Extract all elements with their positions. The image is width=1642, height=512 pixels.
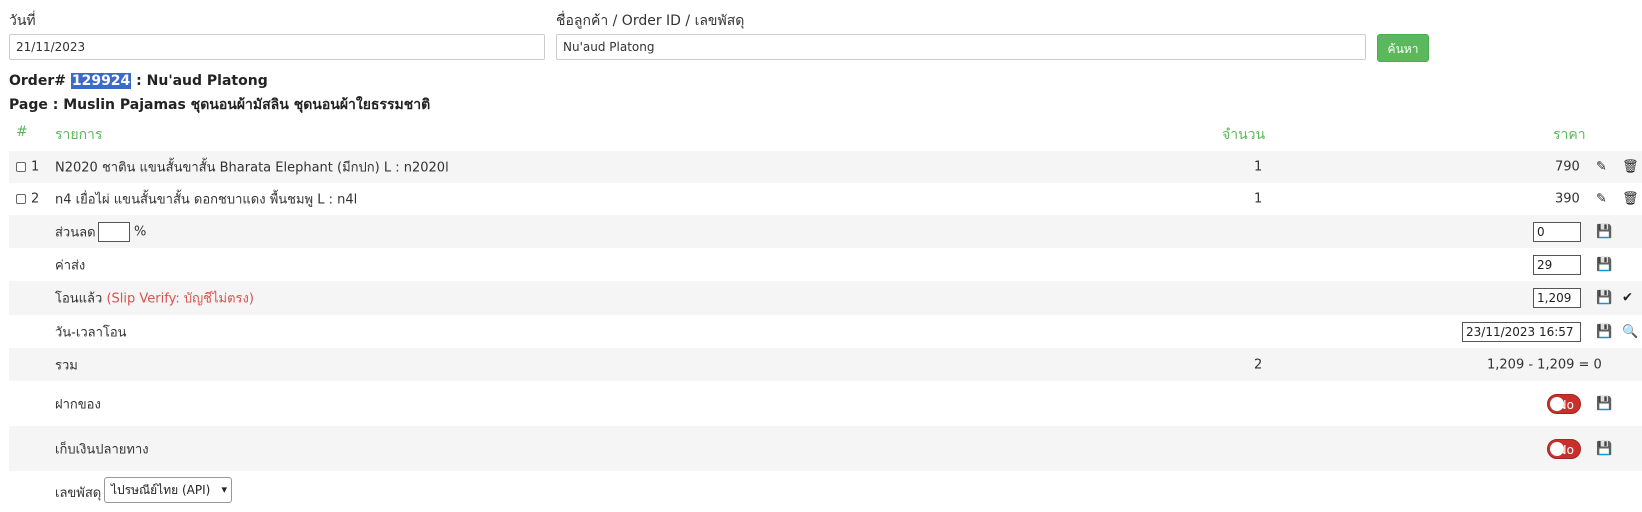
trash-icon[interactable]: 🗑 xyxy=(1622,161,1639,174)
tracking-label: เลขพัสดุ xyxy=(55,486,102,501)
carrier-select-value: ไปรษณีย์ไทย (API) xyxy=(111,483,211,497)
row-item-name: n4 เยื่อไผ่ แขนสั้นขาสั้น ดอกชบาแดง พื้น… xyxy=(55,192,358,208)
order-id: 129924 xyxy=(70,73,132,89)
query-input[interactable]: Nu'aud Platong xyxy=(556,34,1366,60)
save-icon[interactable]: 💾 xyxy=(1596,325,1612,338)
header-qty: จำนวน xyxy=(1222,127,1266,143)
search-icon[interactable]: 🔍 xyxy=(1622,325,1638,338)
row-qty: 1 xyxy=(1254,159,1263,175)
page-line: Page : Muslin Pajamas ชุดนอนผ้ามัสลิน ชุ… xyxy=(9,97,431,113)
order-title: Order# 129924 : Nu'aud Platong xyxy=(9,73,268,89)
order-customer: : Nu'aud Platong xyxy=(136,73,268,89)
date-label: วันที่ xyxy=(9,13,36,29)
paid-input[interactable]: 1,209 xyxy=(1533,288,1581,308)
discount-input[interactable]: 0 xyxy=(1533,221,1581,242)
save-icon[interactable]: 💾 xyxy=(1596,442,1612,455)
table-row: 1 N2020 ชาติน แขนสั้นขาสั้น Bharata Elep… xyxy=(9,151,1642,183)
save-icon[interactable]: 💾 xyxy=(1596,225,1612,238)
deposit-row: ฝากของ No 💾 xyxy=(9,381,1642,426)
row-qty: 1 xyxy=(1254,191,1263,207)
shipping-label: ค่าส่ง xyxy=(55,258,86,273)
save-icon[interactable]: 💾 xyxy=(1596,397,1612,410)
query-label: ชื่อลูกค้า / Order ID / เลขพัสดุ xyxy=(556,13,745,29)
header-num: # xyxy=(16,124,28,140)
row-num: 1 xyxy=(31,159,40,175)
row-item-name: N2020 ชาติน แขนสั้นขาสั้น Bharata Elepha… xyxy=(55,160,449,176)
cod-label: เก็บเงินปลายทาง xyxy=(55,442,149,457)
transfer-time-row: วัน-เวลาโอน 23/11/2023 16:57 💾 🔍 xyxy=(9,315,1642,348)
carrier-select[interactable]: ไปรษณีย์ไทย (API) ▾ xyxy=(104,477,232,503)
row-checkbox[interactable] xyxy=(16,162,26,172)
cod-toggle[interactable]: No xyxy=(1547,438,1581,459)
deposit-toggle[interactable]: No xyxy=(1547,393,1581,414)
chevron-down-icon: ▾ xyxy=(221,483,227,496)
row-num: 2 xyxy=(31,191,40,207)
paid-row: โอนแล้ว (Slip Verify: บัญชีไม่ตรง) 1,209… xyxy=(9,281,1642,315)
header-item: รายการ xyxy=(55,127,103,143)
save-icon[interactable]: 💾 xyxy=(1596,258,1612,271)
order-prefix: Order# xyxy=(9,73,66,89)
transfer-time-label: วัน-เวลาโอน xyxy=(55,325,127,340)
shipping-input[interactable]: 29 xyxy=(1533,254,1581,275)
row-checkbox[interactable] xyxy=(16,194,26,204)
shipping-row: ค่าส่ง 29 💾 xyxy=(9,248,1642,281)
total-label: รวม xyxy=(55,358,78,373)
percent-sign: % xyxy=(134,224,147,239)
table-row: 2 n4 เยื่อไผ่ แขนสั้นขาสั้น ดอกชบาแดง พื… xyxy=(9,183,1642,215)
total-summary: 1,209 - 1,209 = 0 xyxy=(1487,357,1602,372)
search-button[interactable]: ค้นหา xyxy=(1377,34,1429,62)
discount-label: ส่วนลด xyxy=(55,225,96,240)
save-icon[interactable]: 💾 xyxy=(1596,292,1612,305)
trash-icon[interactable]: 🗑 xyxy=(1622,193,1639,206)
discount-row: ส่วนลด % 0 💾 xyxy=(9,215,1642,248)
deposit-label: ฝากของ xyxy=(55,397,101,412)
total-qty: 2 xyxy=(1254,357,1263,372)
paid-label-text: โอนแล้ว xyxy=(55,291,103,307)
header-price: ราคา xyxy=(1553,127,1586,143)
check-icon[interactable]: ✔ xyxy=(1622,292,1633,305)
transfer-time-input[interactable]: 23/11/2023 16:57 xyxy=(1462,321,1581,342)
edit-icon[interactable]: ✎ xyxy=(1596,193,1607,206)
discount-percent-input[interactable] xyxy=(98,221,130,242)
paid-label: โอนแล้ว (Slip Verify: บัญชีไม่ตรง) xyxy=(55,288,254,309)
row-price: 390 xyxy=(1555,191,1580,207)
row-price: 790 xyxy=(1555,159,1580,175)
date-input[interactable]: 21/11/2023 xyxy=(9,34,545,60)
slip-verify-note: (Slip Verify: บัญชีไม่ตรง) xyxy=(106,291,254,307)
edit-icon[interactable]: ✎ xyxy=(1596,161,1607,174)
total-row: รวม 2 1,209 - 1,209 = 0 xyxy=(9,348,1642,381)
cod-row: เก็บเงินปลายทาง No 💾 xyxy=(9,426,1642,471)
